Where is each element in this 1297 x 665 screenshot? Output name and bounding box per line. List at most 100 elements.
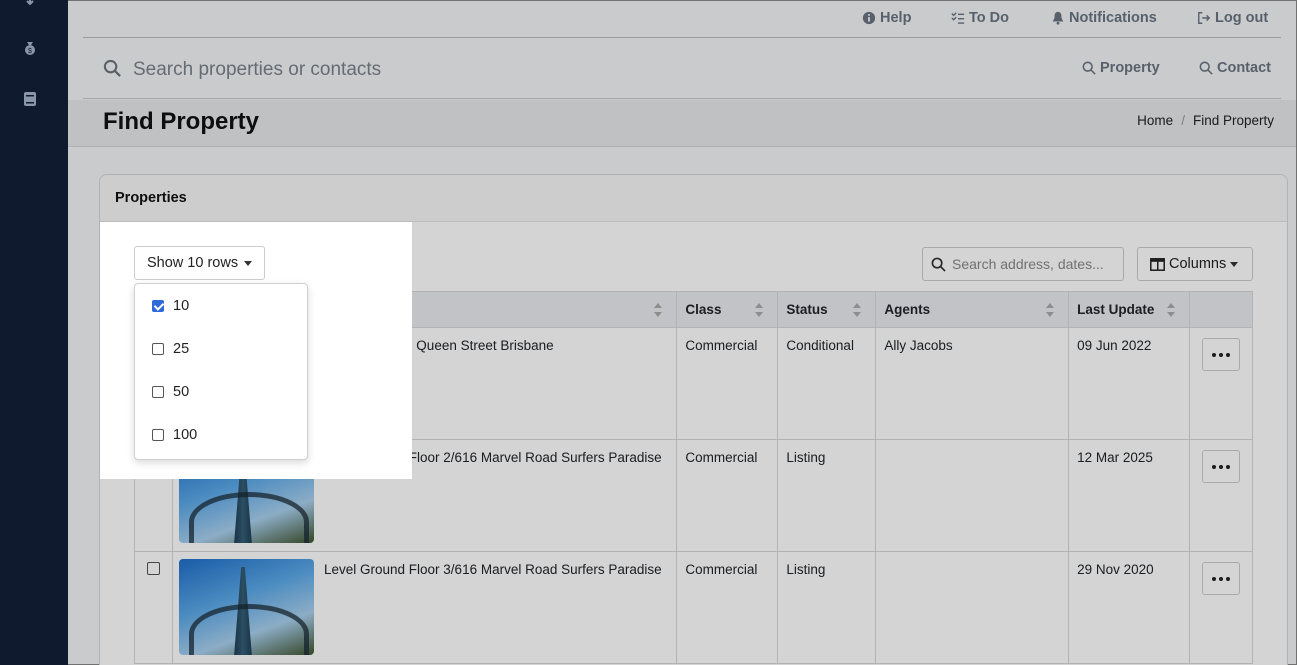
page-title: Find Property	[103, 108, 260, 135]
bell-icon	[1052, 11, 1064, 25]
agents-cell	[875, 439, 1070, 552]
agents-header[interactable]: Agents	[875, 291, 1070, 328]
agents-header-label: Agents	[884, 302, 931, 317]
contact-filter-link[interactable]: Contact	[1199, 60, 1271, 76]
status-header[interactable]: Status	[777, 291, 877, 328]
checkbox[interactable]	[152, 385, 164, 398]
property-filter-label: Property	[1100, 60, 1160, 76]
last-update-header-label: Last Update	[1077, 302, 1155, 317]
status-cell: Listing	[777, 551, 877, 664]
notifications-label: Notifications	[1069, 10, 1157, 26]
help-link[interactable]: Help	[862, 10, 911, 26]
breadcrumb-separator: /	[1181, 113, 1185, 128]
sort-icon	[755, 303, 764, 317]
todo-link[interactable]: To Do	[951, 10, 1009, 26]
checkbox-checked[interactable]	[152, 299, 164, 312]
contact-filter-label: Contact	[1217, 60, 1271, 76]
columns-icon	[1150, 257, 1165, 271]
show-rows-label: Show 10 rows	[147, 255, 239, 271]
logout-icon	[1198, 12, 1211, 24]
more-actions-button[interactable]	[1201, 562, 1240, 595]
logout-label: Log out	[1215, 10, 1269, 26]
info-circle-icon	[862, 11, 876, 25]
property-filter-link[interactable]: Property	[1082, 60, 1160, 76]
checklist-icon	[951, 12, 965, 24]
actions-cell	[1188, 327, 1254, 440]
agents-cell: Ally Jacobs	[875, 327, 1070, 440]
money-bag-icon[interactable]: $	[22, 40, 38, 56]
chevron-down-icon	[1230, 261, 1239, 267]
search-icon	[1199, 61, 1213, 75]
class-cell: Commercial	[676, 551, 779, 664]
ellipsis-icon	[1211, 352, 1216, 357]
search-icon	[103, 59, 121, 77]
rows-option-25[interactable]: 25	[135, 327, 307, 370]
rows-option-label: 50	[173, 383, 190, 400]
table-search-input[interactable]	[952, 256, 1122, 272]
rows-option-100[interactable]: 100	[135, 413, 307, 456]
page-header: Find Property Home / Find Property	[68, 100, 1296, 147]
columns-label: Columns	[1169, 256, 1227, 272]
property-thumbnail[interactable]	[178, 559, 314, 655]
rows-option-label: 100	[173, 426, 198, 443]
table-row[interactable]: Level Ground Floor 3/616 Marvel Road Sur…	[134, 551, 1254, 664]
row-select-cell	[134, 551, 173, 664]
search-icon	[931, 257, 946, 272]
last-update-cell: 12 Mar 2025	[1068, 439, 1190, 552]
status-header-label: Status	[786, 302, 828, 317]
partial-nav-icon[interactable]	[22, 0, 38, 16]
rows-dropdown-menu: 10 25 50 100	[134, 283, 308, 460]
card-header: Properties	[100, 175, 1287, 222]
last-update-cell: 29 Nov 2020	[1068, 551, 1190, 664]
sort-icon	[853, 303, 862, 317]
ellipsis-icon	[1211, 576, 1216, 581]
class-cell: Commercial	[676, 439, 779, 552]
logout-link[interactable]: Log out	[1197, 10, 1268, 26]
class-header-label: Class	[685, 302, 722, 317]
sort-icon	[1166, 303, 1175, 317]
breadcrumb-current: Find Property	[1192, 113, 1274, 128]
checkbox[interactable]	[152, 428, 164, 441]
actions-cell	[1188, 439, 1254, 552]
class-header[interactable]: Class	[676, 291, 779, 328]
rows-option-label: 25	[173, 340, 190, 357]
book-icon[interactable]	[22, 91, 38, 107]
checkbox[interactable]	[152, 342, 164, 355]
rows-option-10[interactable]: 10	[135, 284, 307, 327]
sort-icon	[654, 303, 663, 317]
breadcrumb-home[interactable]: Home	[1137, 113, 1173, 128]
table-search-field[interactable]	[922, 247, 1124, 281]
breadcrumb: Home / Find Property	[1137, 113, 1274, 128]
sidebar: $	[0, 0, 68, 665]
status-cell: Conditional	[777, 327, 877, 440]
ellipsis-icon	[1211, 464, 1216, 469]
todo-label: To Do	[969, 10, 1009, 26]
global-search-input[interactable]	[133, 57, 633, 83]
property-address[interactable]: Level Ground Floor 3/616 Marvel Road Sur…	[320, 552, 666, 662]
global-search-bar: Property Contact	[83, 39, 1281, 99]
help-label: Help	[880, 10, 912, 26]
last-update-header[interactable]: Last Update	[1068, 291, 1190, 328]
actions-cell	[1188, 551, 1254, 664]
search-icon	[1082, 61, 1096, 75]
address-cell: Level Ground Floor 3/616 Marvel Road Sur…	[171, 551, 678, 664]
sort-icon	[1046, 303, 1055, 317]
actions-header	[1188, 291, 1254, 328]
svg-text:$: $	[28, 48, 32, 55]
row-checkbox[interactable]	[146, 562, 160, 575]
show-rows-button[interactable]: Show 10 rows	[134, 246, 265, 280]
agents-cell	[875, 551, 1070, 664]
more-actions-button[interactable]	[1201, 338, 1240, 371]
notifications-link[interactable]: Notifications	[1051, 10, 1157, 26]
top-bar: Help To Do Notifications Log out	[83, 1, 1281, 38]
last-update-cell: 09 Jun 2022	[1068, 327, 1190, 440]
rows-option-50[interactable]: 50	[135, 370, 307, 413]
columns-button[interactable]: Columns	[1137, 247, 1253, 281]
chevron-down-icon	[244, 260, 253, 266]
rows-option-label: 10	[173, 297, 190, 314]
spotlight-panel: Show 10 rows 10 25 50 100	[100, 222, 412, 479]
card-title: Properties	[115, 190, 187, 206]
status-cell: Listing	[777, 439, 877, 552]
more-actions-button[interactable]	[1201, 450, 1240, 483]
class-cell: Commercial	[676, 327, 779, 440]
